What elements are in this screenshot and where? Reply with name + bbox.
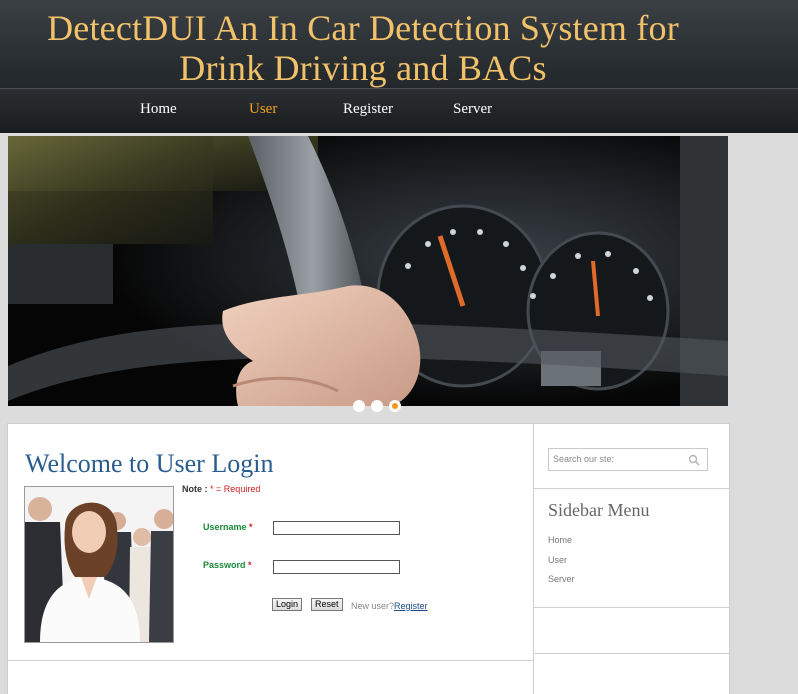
site-title-line-2: Drink Driving and BACs (179, 48, 547, 88)
content-divider (8, 660, 534, 661)
note-required-star: * (210, 484, 214, 494)
page-title: Welcome to User Login (25, 449, 274, 478)
search-input[interactable] (553, 453, 678, 465)
site-title: DetectDUI An In Car Detection System for… (0, 8, 726, 88)
sidebar-link-user[interactable]: User (548, 555, 567, 565)
username-label: Username * (203, 522, 253, 532)
sidebar-link-home[interactable]: Home (548, 535, 572, 545)
nav-user[interactable]: User (249, 101, 277, 118)
slider-dot-3[interactable] (389, 400, 401, 412)
business-people-photo (24, 486, 174, 643)
reset-button[interactable]: Reset (311, 598, 343, 611)
nav-server[interactable]: Server (453, 101, 492, 118)
nav-home[interactable]: Home (140, 101, 177, 118)
username-input[interactable] (273, 521, 400, 535)
site-header: DetectDUI An In Car Detection System for… (0, 0, 798, 88)
nav-register[interactable]: Register (343, 101, 393, 118)
login-button[interactable]: Login (272, 598, 303, 611)
main-content: Welcome to User Login Note : * = Require… (7, 423, 535, 694)
password-label: Password * (203, 560, 252, 570)
site-title-line-1: DetectDUI An In Car Detection System for (47, 8, 679, 48)
sidebar-divider-2 (534, 607, 729, 608)
sidebar-title: Sidebar Menu (548, 500, 650, 520)
hero-slider (8, 136, 728, 406)
slider-dot-1[interactable] (353, 400, 365, 412)
sidebar: Sidebar Menu Home User Server (533, 423, 730, 694)
new-user-prompt: New user?Register (351, 601, 428, 611)
password-input[interactable] (273, 560, 400, 574)
main-nav: Home User Register Server (0, 88, 798, 133)
slider-dot-2[interactable] (371, 400, 383, 412)
username-required-star: * (249, 522, 253, 532)
note-label: Note : (182, 484, 208, 494)
search-icon[interactable] (688, 454, 700, 466)
sidebar-divider-1 (534, 488, 729, 489)
required-note: Note : * = Required (182, 484, 260, 494)
search-box (548, 448, 708, 471)
steering-wheel-image (8, 136, 728, 406)
note-required-text: = Required (216, 484, 261, 494)
sidebar-link-server[interactable]: Server (548, 574, 575, 584)
sidebar-divider-3 (534, 653, 729, 654)
password-required-star: * (248, 560, 252, 570)
register-link[interactable]: Register (394, 601, 428, 611)
